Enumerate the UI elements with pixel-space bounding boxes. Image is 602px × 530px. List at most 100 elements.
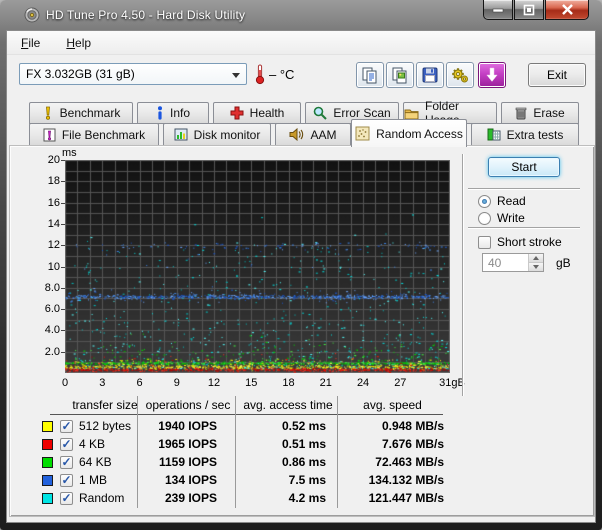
- y-axis-tick-label: 14: [24, 218, 60, 230]
- benchmark-icon: [42, 106, 54, 120]
- bar-chart-icon: [174, 128, 188, 141]
- series-checkbox[interactable]: ✓: [60, 474, 73, 487]
- write-radio[interactable]: Write: [478, 211, 525, 225]
- download-arrow-icon: [484, 67, 500, 83]
- tab-disk-monitor-label: Disk monitor: [194, 128, 261, 142]
- tab-benchmark[interactable]: Benchmark: [29, 102, 133, 124]
- gb-unit-label: gB: [556, 256, 571, 270]
- exit-button[interactable]: Exit: [528, 63, 586, 87]
- start-button[interactable]: Start: [488, 157, 560, 177]
- table-row: ✓ 4 KB 1965 IOPS 0.51 ms 7.676 MB/s: [10, 437, 462, 454]
- radio-icon: [478, 195, 491, 208]
- tab-aam[interactable]: AAM: [275, 123, 351, 146]
- y-axis-tick-label: 4.0: [24, 324, 60, 336]
- series-checkbox[interactable]: ✓: [60, 420, 73, 433]
- access-time-value: 0.52 ms: [239, 419, 326, 433]
- tab-benchmark-label: Benchmark: [60, 106, 121, 120]
- short-stroke-checkbox[interactable]: Short stroke: [478, 235, 562, 249]
- copy-text-button[interactable]: [356, 62, 384, 88]
- write-radio-label: Write: [497, 211, 525, 225]
- menu-item-file[interactable]: File: [21, 36, 40, 50]
- tab-random-access-label: Random Access: [376, 127, 463, 141]
- tab-health[interactable]: Health: [213, 102, 301, 124]
- title-bar[interactable]: HD Tune Pro 4.50 - Hard Disk Utility: [0, 0, 602, 30]
- access-time-value: 7.5 ms: [239, 473, 326, 487]
- random-access-panel: ms 2018161412108.06.04.02.0 036912151821…: [9, 145, 595, 517]
- download-button[interactable]: [478, 62, 506, 88]
- copy-text-icon: [361, 66, 379, 84]
- x-axis-tick-label: 0: [47, 377, 83, 389]
- minimize-button[interactable]: [483, 0, 513, 20]
- spinner-buttons: [528, 254, 543, 271]
- tab-health-label: Health: [250, 106, 285, 120]
- x-axis-tick-label: 15: [233, 377, 269, 389]
- table-header-rule: [50, 414, 443, 415]
- iops-value: 134 IOPS: [141, 473, 217, 487]
- x-axis-tick-label: 18: [271, 377, 307, 389]
- avg-speed-value: 121.447 MB/s: [341, 491, 444, 505]
- options-button[interactable]: [446, 62, 474, 88]
- avg-speed-value: 0.948 MB/s: [341, 419, 444, 433]
- tab-extra-tests[interactable]: Extra tests: [471, 123, 579, 146]
- y-axis-tick-label: 12: [24, 239, 60, 251]
- transfer-size-label: 512 bytes: [79, 419, 131, 433]
- copy-image-button[interactable]: [386, 62, 414, 88]
- menu-item-help[interactable]: Help: [66, 36, 91, 50]
- maximize-button[interactable]: [514, 0, 544, 20]
- drive-selector[interactable]: FX 3.032GB (31 gB): [19, 63, 247, 85]
- series-checkbox[interactable]: ✓: [60, 456, 73, 469]
- x-axis-tick-label: 3: [84, 377, 120, 389]
- table-row: ✓ Random 239 IOPS 4.2 ms 121.447 MB/s: [10, 491, 462, 508]
- maximize-icon: [523, 4, 535, 16]
- info-icon: [156, 106, 164, 120]
- exit-button-label: Exit: [547, 68, 567, 82]
- tab-disk-monitor[interactable]: Disk monitor: [163, 123, 271, 146]
- series-checkbox[interactable]: ✓: [60, 438, 73, 451]
- transfer-size-label: 64 KB: [79, 455, 112, 469]
- x-axis-end-label: 31gB: [434, 377, 470, 389]
- caption-buttons: [483, 0, 589, 20]
- legend-color-swatch: [42, 493, 53, 504]
- x-axis-tick-label: 12: [196, 377, 232, 389]
- short-stroke-label: Short stroke: [497, 235, 562, 249]
- minimize-icon: [492, 4, 504, 16]
- tab-erase-label: Erase: [533, 106, 564, 120]
- read-radio[interactable]: Read: [478, 194, 526, 208]
- tab-erase[interactable]: Erase: [501, 102, 579, 124]
- health-cross-icon: [230, 106, 244, 120]
- checkbox-icon: [478, 236, 491, 249]
- radio-icon: [478, 212, 491, 225]
- transfer-size-label: Random: [79, 491, 124, 505]
- spinner-up-button[interactable]: [529, 254, 543, 262]
- separator-line: [468, 188, 580, 190]
- gear-icon: [451, 66, 470, 85]
- spinner-up-icon: [533, 256, 539, 260]
- y-axis-tick-label: 8.0: [24, 282, 60, 294]
- table-row: ✓ 512 bytes 1940 IOPS 0.52 ms 0.948 MB/s: [10, 419, 462, 436]
- close-button[interactable]: [545, 0, 589, 20]
- legend-color-swatch: [42, 475, 53, 486]
- window-title: HD Tune Pro 4.50 - Hard Disk Utility: [46, 8, 245, 22]
- extra-tests-icon: [487, 128, 501, 141]
- access-time-value: 0.51 ms: [239, 437, 326, 451]
- spinner-down-button[interactable]: [529, 262, 543, 271]
- save-button[interactable]: [416, 62, 444, 88]
- tab-info[interactable]: Info: [137, 102, 209, 124]
- table-row: ✓ 1 MB 134 IOPS 7.5 ms 134.132 MB/s: [10, 473, 462, 490]
- short-stroke-size-input[interactable]: 40: [482, 253, 544, 272]
- tab-extra-tests-label: Extra tests: [507, 128, 564, 142]
- avg-speed-value: 7.676 MB/s: [341, 437, 444, 451]
- separator-line: [468, 227, 580, 229]
- iops-value: 239 IOPS: [141, 491, 217, 505]
- client-area: File Help FX 3.032GB (31 gB) – °C: [6, 30, 596, 523]
- series-checkbox[interactable]: ✓: [60, 492, 73, 505]
- spinner-down-icon: [533, 265, 539, 269]
- y-axis-tick-label: 2.0: [24, 346, 60, 358]
- y-axis-tick-label: 18: [24, 175, 60, 187]
- copy-image-icon: [391, 66, 409, 84]
- read-radio-label: Read: [497, 194, 526, 208]
- tab-random-access[interactable]: Random Access: [351, 119, 467, 147]
- thermometer-icon: [254, 63, 266, 85]
- y-axis-tick-label: 16: [24, 197, 60, 209]
- tab-file-benchmark[interactable]: File Benchmark: [29, 123, 159, 146]
